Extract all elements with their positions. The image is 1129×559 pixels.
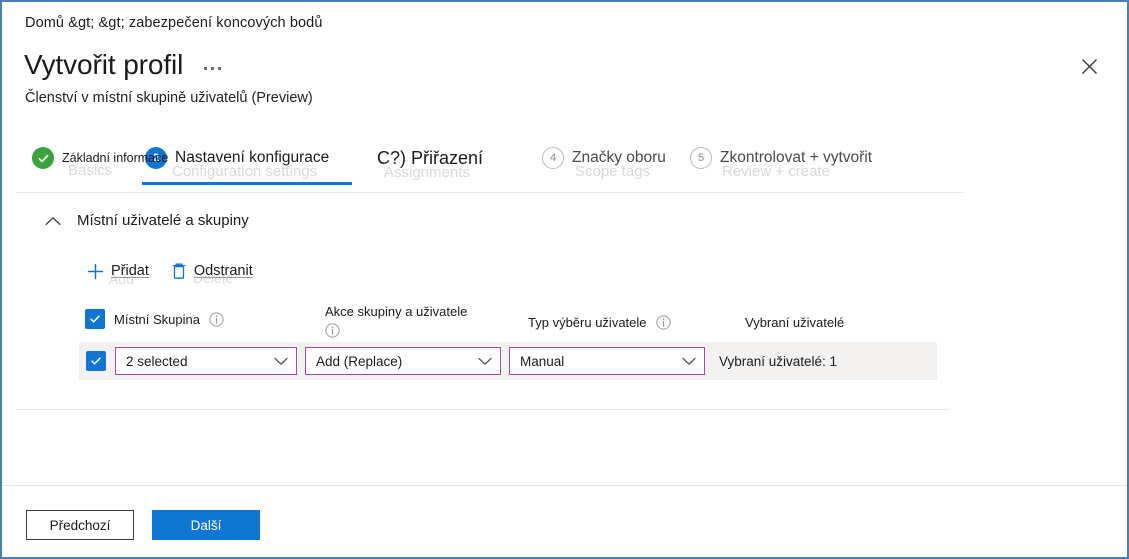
page-subtitle: Členství v místní skupině uživatelů (Pre…: [25, 90, 313, 106]
wizard-step-assignments[interactable]: C?) Přiřazení: [377, 142, 483, 174]
column-label: Místní Skupina: [114, 311, 200, 327]
wizard-step-scope-tags[interactable]: 4 Značky oboru: [542, 142, 666, 174]
close-icon[interactable]: [1073, 50, 1105, 82]
page-title: Vytvořit profil: [24, 49, 184, 80]
section-header-local-users-groups[interactable]: Místní uživatelé a skupiny: [45, 212, 249, 229]
column-label: Akce skupiny a uživatele: [325, 304, 468, 319]
add-button-label: Přidat: [111, 263, 149, 279]
user-selection-type-value: Manual: [520, 353, 565, 369]
wizard-step-label: Zkontrolovat + vytvořit: [720, 149, 873, 166]
table-row: 2 selected Add (Replace) Manual Vybraní …: [79, 342, 937, 380]
info-icon[interactable]: [325, 323, 340, 338]
ellipsis-dot: [211, 67, 215, 70]
section-title: Místní uživatelé a skupiny: [77, 212, 249, 229]
local-group-value: 2 selected: [126, 353, 188, 369]
wizard-step-label: Značky oboru: [572, 149, 666, 166]
user-selection-type-dropdown[interactable]: Manual: [509, 347, 705, 375]
group-user-action-dropdown[interactable]: Add (Replace): [305, 347, 501, 375]
table-header-cell-user-selection-type: Typ výběru uživatele: [528, 315, 671, 330]
delete-button-label: Odstranit: [193, 263, 253, 279]
wizard-step-label: Základní informace: [62, 151, 169, 165]
wizard-footer: Předchozí Další: [26, 510, 260, 540]
wizard-step-review-create[interactable]: 5 Zkontrolovat + vytvořit: [690, 142, 872, 174]
wizard-step-label: C?) Přiřazení: [377, 147, 484, 168]
wizard-active-indicator: [142, 182, 352, 185]
table-header: Místní Skupina Local group Akce skupiny …: [85, 304, 945, 345]
table-header-cell-local-group: Místní Skupina: [85, 309, 224, 329]
column-label: Typ výběru uživatele: [528, 315, 647, 330]
ellipsis-dot: [204, 67, 208, 70]
wizard-steps: Základní informace Basics 2 Nastavení ko…: [32, 142, 1092, 185]
next-button[interactable]: Další: [152, 510, 260, 540]
step-number-badge: 5: [690, 147, 712, 169]
select-all-checkbox[interactable]: [85, 309, 105, 329]
step-completed-icon: [32, 147, 54, 169]
table-bottom-divider: [15, 409, 949, 410]
title-row: Vytvořit profil: [24, 49, 224, 81]
selected-users-value: Vybraní uživatelé: 1: [719, 353, 838, 369]
breadcrumb[interactable]: Domů &gt; &gt; zabezpečení koncových bod…: [25, 15, 323, 31]
table-header-cell-selected-users: Vybraní uživatelé: [745, 315, 844, 330]
delete-button[interactable]: Odstranit Delete: [171, 262, 253, 286]
add-button[interactable]: Přidat Add: [87, 263, 149, 287]
group-user-action-value: Add (Replace): [316, 353, 403, 369]
info-icon[interactable]: [655, 315, 671, 330]
chevron-down-icon: [274, 357, 288, 366]
column-label: Vybraní uživatelé: [745, 315, 845, 330]
create-profile-blade: Domů &gt; &gt; zabezpečení koncových bod…: [0, 0, 1129, 559]
trash-icon: [171, 262, 187, 280]
chevron-up-icon: [45, 216, 61, 226]
steps-divider: [15, 192, 963, 193]
footer-divider: [2, 485, 1127, 486]
info-icon[interactable]: [209, 311, 224, 327]
plus-icon: [87, 263, 104, 280]
previous-button[interactable]: Předchozí: [26, 510, 134, 540]
chevron-down-icon: [682, 357, 696, 366]
row-checkbox[interactable]: [86, 351, 106, 371]
chevron-down-icon: [478, 357, 492, 366]
table-command-bar: Přidat Add Odstranit Delete: [87, 262, 253, 287]
ellipsis-dot: [218, 67, 222, 70]
ellipsis-icon[interactable]: [201, 61, 224, 76]
wizard-step-label: Nastavení konfigurace: [175, 149, 330, 166]
wizard-step-configuration-settings[interactable]: 2 Nastavení konfigurace: [145, 142, 329, 174]
step-number-badge: 4: [542, 147, 564, 169]
table-header-cell-group-user-action: Akce skupiny a uživatele: [325, 304, 485, 343]
local-group-dropdown[interactable]: 2 selected: [115, 347, 297, 375]
